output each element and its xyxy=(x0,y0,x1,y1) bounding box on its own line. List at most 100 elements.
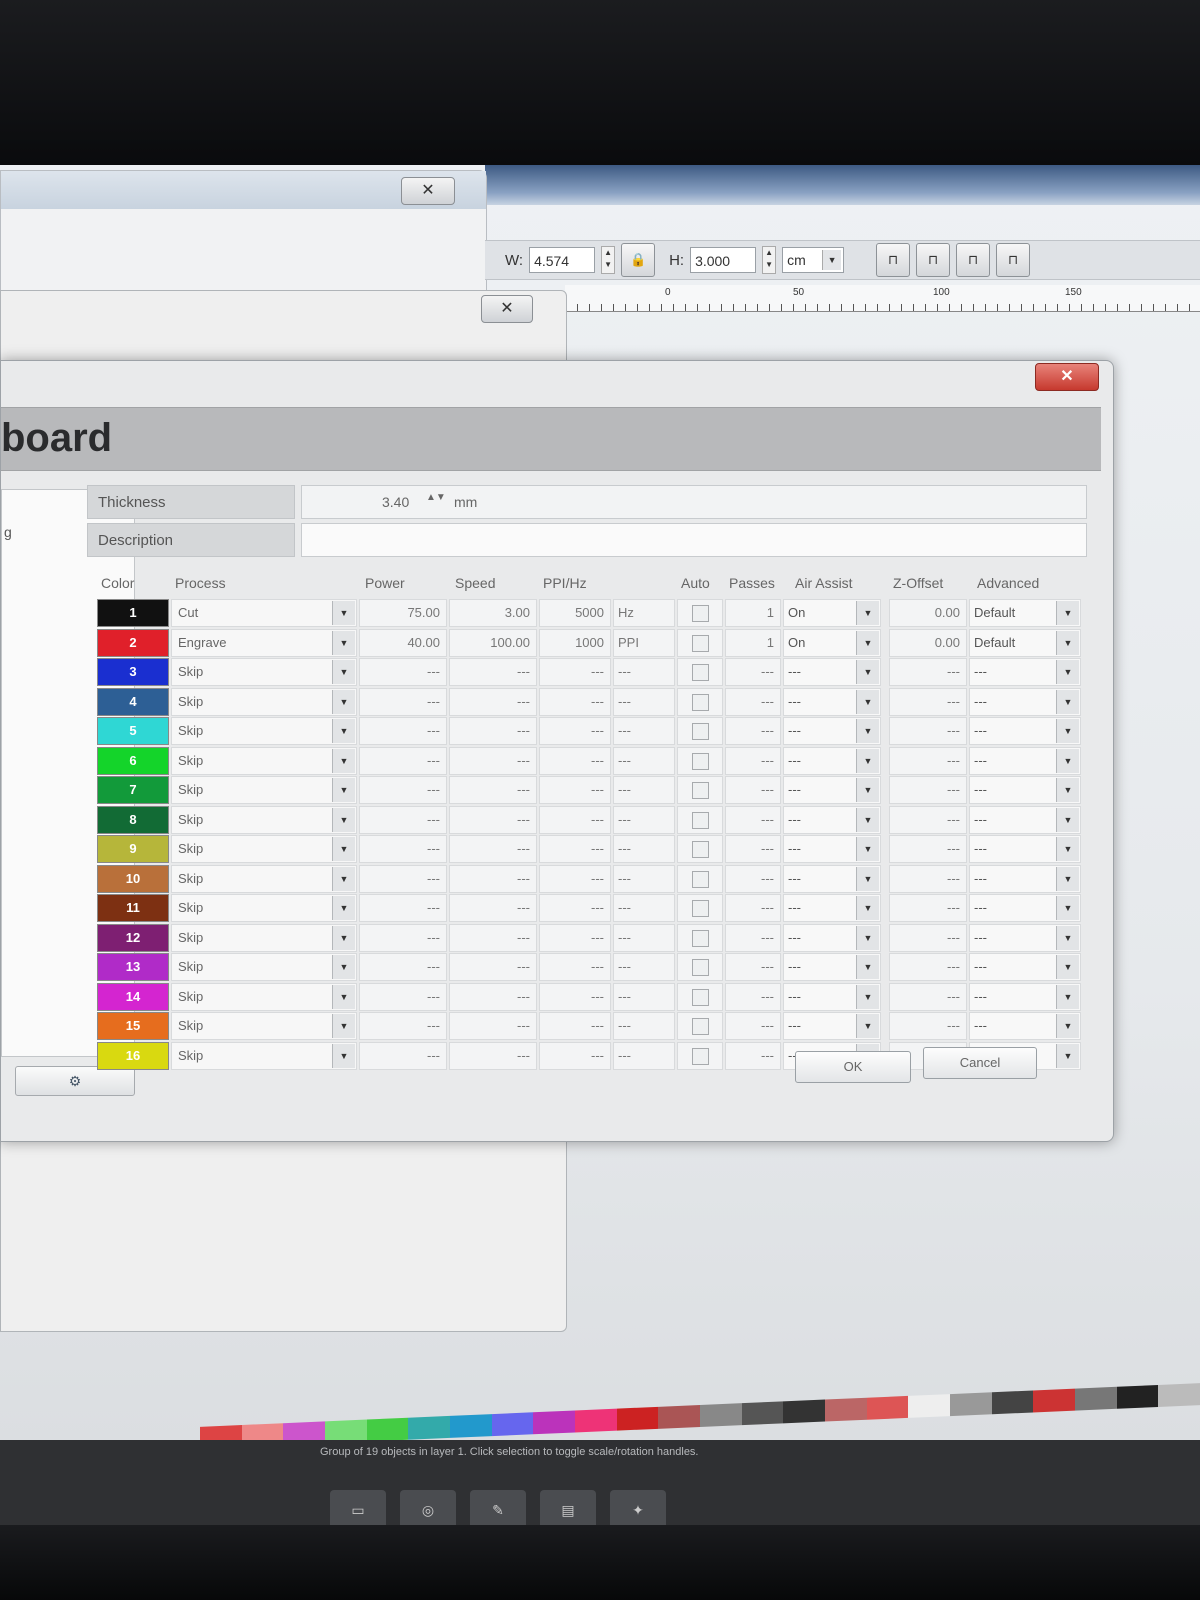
laser-icon[interactable]: ✦ xyxy=(610,1490,666,1525)
z-offset-field[interactable]: --- xyxy=(889,717,967,745)
ppi-field[interactable]: --- xyxy=(539,864,611,893)
ppi-field[interactable]: --- xyxy=(539,717,611,745)
color-swatch[interactable]: 4 xyxy=(97,687,169,716)
close-icon[interactable]: ✕ xyxy=(401,177,455,205)
speed-field[interactable]: --- xyxy=(449,923,537,952)
auto-checkbox[interactable] xyxy=(692,1018,709,1035)
cancel-button[interactable]: Cancel xyxy=(923,1047,1037,1079)
ppi-field[interactable]: 5000 xyxy=(539,599,611,627)
auto-checkbox[interactable] xyxy=(692,752,709,770)
process-select[interactable]: Skip ▼ xyxy=(171,923,357,952)
palette-swatch[interactable] xyxy=(575,1408,617,1433)
table-row[interactable]: 14 Skip ▼ --- --- --- --- --- --- ▼ --- --- ▼ xyxy=(97,982,1081,1012)
z-offset-field[interactable]: 0.00 xyxy=(889,599,967,627)
process-select[interactable]: Skip ▼ xyxy=(171,746,357,775)
color-swatch[interactable]: 6 xyxy=(97,746,169,775)
speed-field[interactable]: --- xyxy=(449,982,537,1011)
advanced-select[interactable]: Default ▼ xyxy=(969,628,1081,657)
table-row[interactable]: 10 Skip ▼ --- --- --- --- --- --- ▼ --- --- ▼ xyxy=(97,864,1081,894)
palette-swatch[interactable] xyxy=(741,1401,784,1426)
process-select[interactable]: Engrave ▼ xyxy=(171,628,357,657)
color-swatch[interactable]: 16 xyxy=(97,1041,169,1070)
auto-checkbox[interactable] xyxy=(692,723,709,740)
height-spinner[interactable]: ▲ ▼ xyxy=(762,246,777,274)
auto-checkbox[interactable] xyxy=(692,841,709,858)
thickness-field[interactable]: 3.40 ▲▼ mm xyxy=(301,485,1087,519)
air-assist-select[interactable]: --- ▼ xyxy=(783,953,881,981)
width-spinner[interactable]: ▲ ▼ xyxy=(601,246,616,274)
air-assist-select[interactable]: --- ▼ xyxy=(783,894,881,922)
table-row[interactable]: 3 Skip ▼ --- --- --- --- --- --- ▼ --- --- ▼ xyxy=(97,658,1081,687)
color-swatch[interactable]: 8 xyxy=(97,805,169,834)
process-select[interactable]: Skip ▼ xyxy=(171,776,357,804)
ok-button[interactable]: OK xyxy=(795,1051,911,1083)
passes-field[interactable]: 1 xyxy=(725,599,781,627)
auto-checkbox[interactable] xyxy=(692,605,709,622)
table-row[interactable]: 5 Skip ▼ --- --- --- --- --- --- ▼ --- --- ▼ xyxy=(97,717,1081,746)
advanced-select[interactable]: --- ▼ xyxy=(969,746,1081,775)
width-input[interactable]: 4.574 xyxy=(529,247,596,273)
advanced-select[interactable]: Default ▼ xyxy=(969,599,1081,627)
advanced-select[interactable]: --- ▼ xyxy=(969,982,1081,1011)
ppi-field[interactable]: --- xyxy=(539,1012,611,1040)
table-row[interactable]: 4 Skip ▼ --- --- --- --- --- --- ▼ --- --- ▼ xyxy=(97,687,1081,717)
passes-field[interactable]: --- xyxy=(725,835,781,863)
passes-field[interactable]: --- xyxy=(725,923,781,952)
color-swatch[interactable]: 11 xyxy=(97,894,169,922)
air-assist-select[interactable]: On ▼ xyxy=(783,628,881,657)
close-icon[interactable]: ✕ xyxy=(481,295,533,323)
auto-checkbox[interactable] xyxy=(692,693,709,711)
z-offset-field[interactable]: --- xyxy=(889,835,967,863)
palette-swatch[interactable] xyxy=(783,1399,826,1424)
passes-field[interactable]: --- xyxy=(725,864,781,893)
air-assist-select[interactable]: On ▼ xyxy=(783,599,881,627)
process-select[interactable]: Skip ▼ xyxy=(171,687,357,716)
z-offset-field[interactable]: --- xyxy=(889,805,967,834)
color-swatch[interactable]: 7 xyxy=(97,776,169,804)
power-field[interactable]: --- xyxy=(359,746,447,775)
align-icon[interactable]: ⊓ xyxy=(876,243,911,277)
auto-checkbox[interactable] xyxy=(692,870,709,888)
air-assist-select[interactable]: --- ▼ xyxy=(783,923,881,952)
process-select[interactable]: Skip ▼ xyxy=(171,894,357,922)
advanced-select[interactable]: --- ▼ xyxy=(969,658,1081,686)
passes-field[interactable]: --- xyxy=(725,982,781,1011)
process-select[interactable]: Skip ▼ xyxy=(171,835,357,863)
process-select[interactable]: Skip ▼ xyxy=(171,658,357,686)
advanced-select[interactable]: --- ▼ xyxy=(969,687,1081,716)
color-swatch[interactable]: 9 xyxy=(97,835,169,863)
z-offset-field[interactable]: --- xyxy=(889,776,967,804)
align-icon[interactable]: ⊓ xyxy=(996,243,1031,277)
speed-field[interactable]: --- xyxy=(449,805,537,834)
auto-checkbox[interactable] xyxy=(692,664,709,681)
height-input[interactable]: 3.000 xyxy=(690,247,757,273)
auto-checkbox[interactable] xyxy=(692,634,709,652)
power-field[interactable]: --- xyxy=(359,982,447,1011)
advanced-select[interactable]: --- ▼ xyxy=(969,805,1081,834)
z-offset-field[interactable]: --- xyxy=(889,923,967,952)
color-palette[interactable] xyxy=(200,1383,1200,1449)
ppi-field[interactable]: --- xyxy=(539,687,611,716)
palette-swatch[interactable] xyxy=(700,1403,742,1427)
palette-swatch[interactable] xyxy=(616,1406,659,1431)
table-row[interactable]: 15 Skip ▼ --- --- --- --- --- --- ▼ --- --- ▼ xyxy=(97,1012,1081,1041)
ppi-field[interactable]: --- xyxy=(539,923,611,952)
speed-field[interactable]: --- xyxy=(449,835,537,863)
advanced-select[interactable]: --- ▼ xyxy=(969,776,1081,804)
power-field[interactable]: --- xyxy=(359,776,447,804)
speed-field[interactable]: --- xyxy=(449,894,537,922)
power-field[interactable]: 75.00 xyxy=(359,599,447,627)
palette-swatch[interactable] xyxy=(450,1414,492,1438)
process-select[interactable]: Skip ▼ xyxy=(171,717,357,745)
palette-swatch[interactable] xyxy=(491,1412,534,1437)
description-field[interactable] xyxy=(301,523,1087,557)
process-select[interactable]: Skip ▼ xyxy=(171,953,357,981)
process-select[interactable]: Cut ▼ xyxy=(171,599,357,627)
power-field[interactable]: --- xyxy=(359,923,447,952)
z-offset-field[interactable]: --- xyxy=(889,1012,967,1040)
color-swatch[interactable]: 14 xyxy=(97,982,169,1011)
table-row[interactable]: 9 Skip ▼ --- --- --- --- --- --- ▼ --- --- ▼ xyxy=(97,835,1081,864)
ppi-field[interactable]: --- xyxy=(539,658,611,686)
passes-field[interactable]: --- xyxy=(725,805,781,834)
power-field[interactable]: --- xyxy=(359,864,447,893)
